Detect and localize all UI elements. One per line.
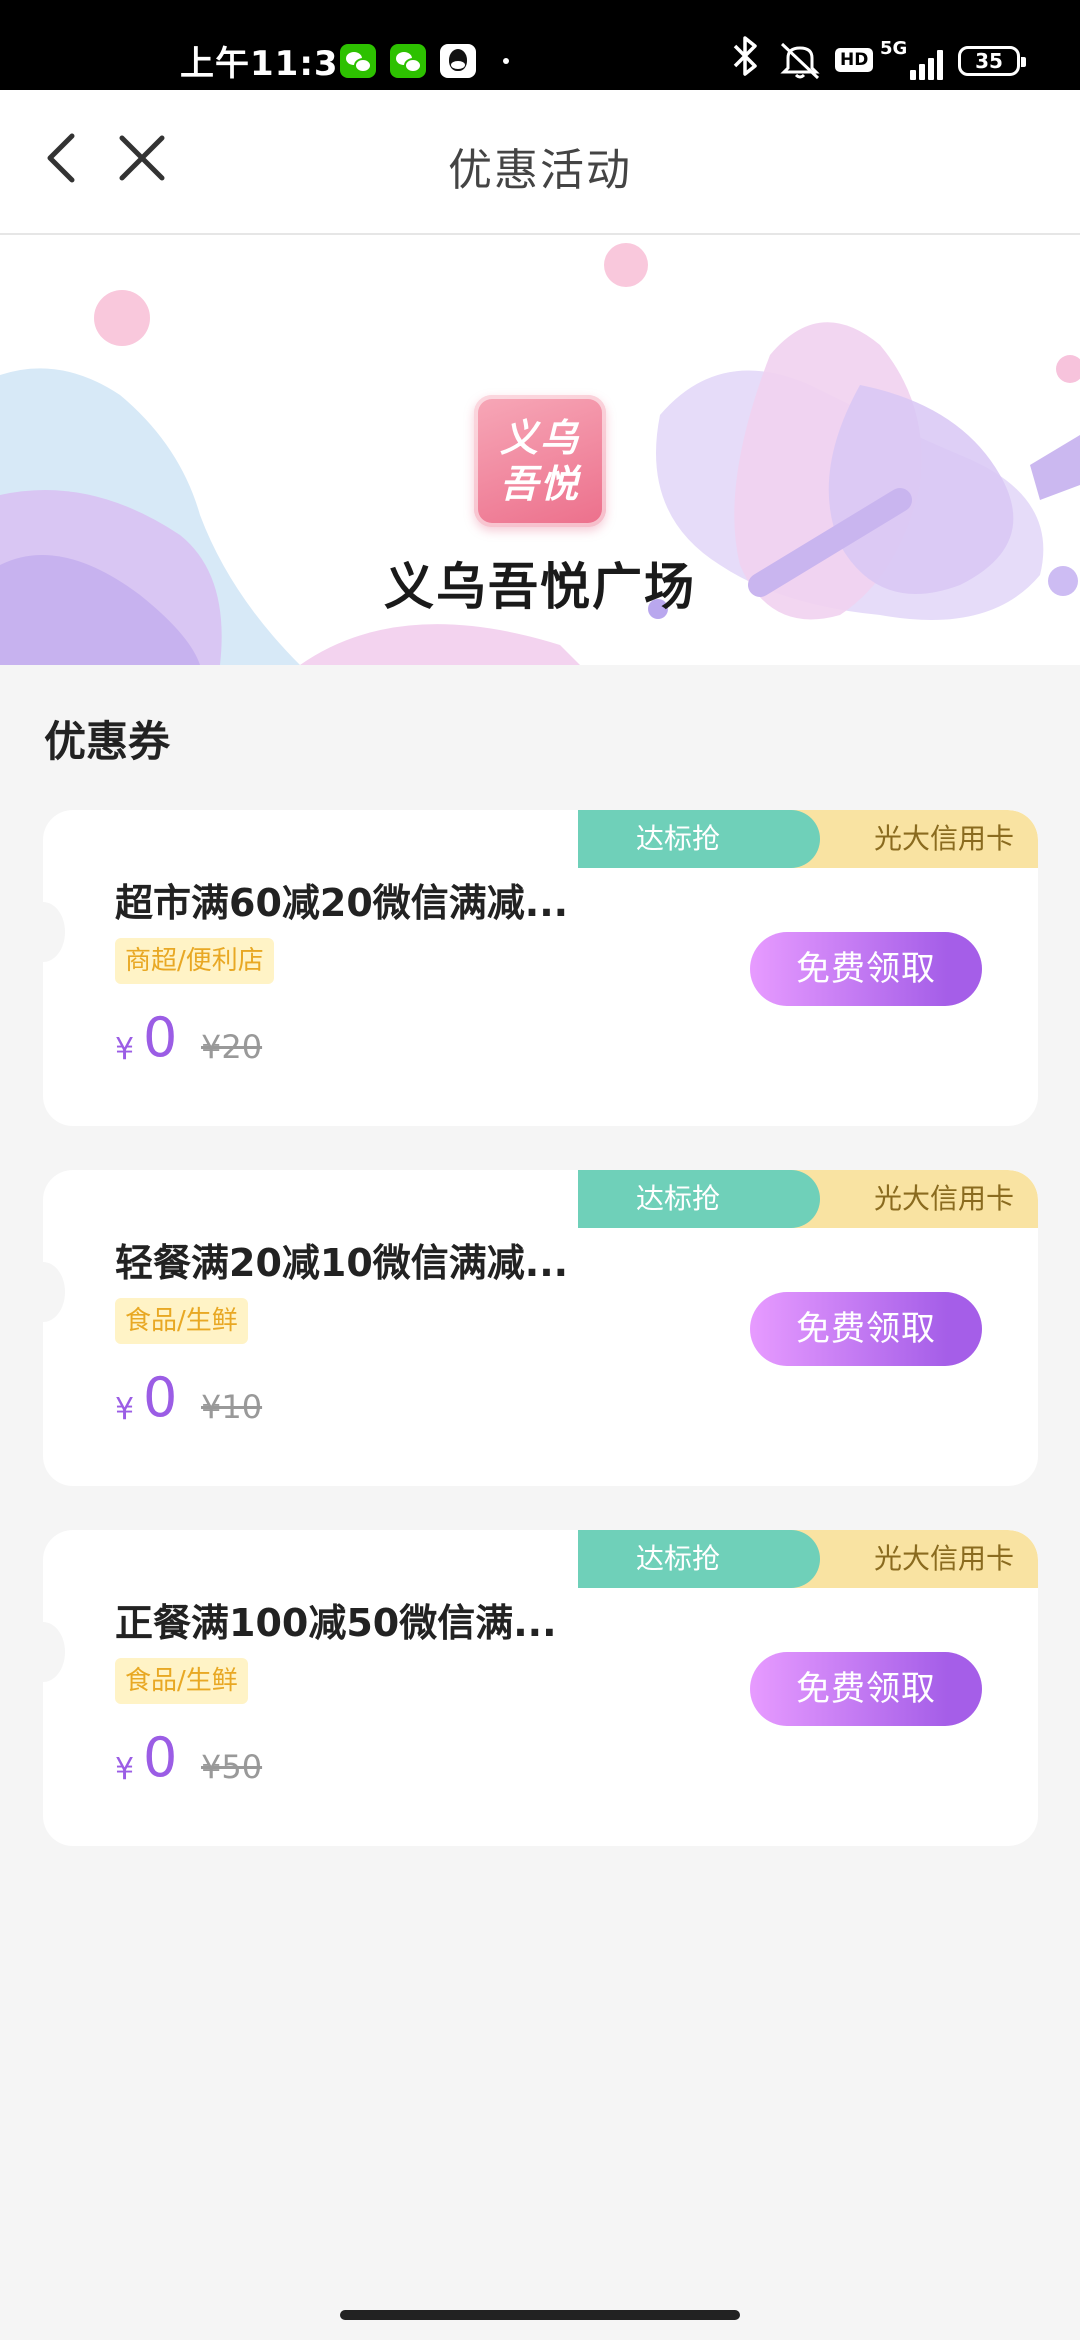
coupon-category-badge: 商超/便利店 (115, 938, 274, 984)
logo-lettering: 义乌 吾悦 (499, 416, 580, 506)
wechat-icon (390, 44, 426, 78)
navigation-header: 优惠活动 (0, 90, 1080, 235)
coupon-original-price: ¥20 (201, 1028, 263, 1066)
coupon-price: 0 (143, 1726, 178, 1789)
coupon-notch (43, 902, 65, 962)
bluetooth-icon (730, 34, 760, 87)
page-title: 优惠活动 (448, 145, 632, 196)
qq-icon (440, 44, 476, 78)
battery-level: 35 (975, 49, 1003, 73)
coupon-status-tag: 达标抢 (578, 810, 820, 868)
coupon-card[interactable]: 光大信用卡 达标抢 轻餐满20减10微信满减... 食品/生鲜 ¥ 0 ¥10 … (43, 1170, 1038, 1486)
battery-icon: 35 (958, 46, 1026, 76)
coupon-price: 0 (143, 1366, 178, 1429)
coupon-original-price: ¥50 (201, 1748, 263, 1786)
coupon-title: 轻餐满20减10微信满减... (115, 1241, 569, 1285)
coupon-category-badge: 食品/生鲜 (115, 1298, 248, 1344)
currency-symbol: ¥ (115, 1392, 135, 1427)
coupon-status-tag: 达标抢 (578, 1530, 820, 1588)
signal-icon: 5G (880, 38, 946, 80)
coupon-title: 正餐满100减50微信满... (115, 1601, 557, 1645)
network-type: 5G (880, 38, 908, 59)
coupon-original-price: ¥10 (201, 1388, 263, 1426)
coupon-category-badge: 食品/生鲜 (115, 1658, 248, 1704)
mall-banner: 义乌 吾悦 义乌吾悦广场 (0, 235, 1080, 665)
coupon-price: 0 (143, 1006, 178, 1069)
coupon-card[interactable]: 光大信用卡 达标抢 正餐满100减50微信满... 食品/生鲜 ¥ 0 ¥50 … (43, 1530, 1038, 1846)
wechat-icon (340, 44, 376, 78)
coupon-title: 超市满60减20微信满减... (115, 881, 569, 925)
coupon-notch (43, 1262, 65, 1322)
notification-dot-icon (503, 58, 509, 64)
home-indicator[interactable] (340, 2310, 740, 2320)
claim-free-button[interactable]: 免费领取 (750, 1292, 982, 1366)
coupon-card[interactable]: 光大信用卡 达标抢 超市满60减20微信满减... 商超/便利店 ¥ 0 ¥20… (43, 810, 1038, 1126)
section-title-coupons: 优惠券 (44, 717, 171, 766)
mute-icon (778, 40, 822, 80)
mall-logo: 义乌 吾悦 (474, 395, 606, 527)
claim-free-button[interactable]: 免费领取 (750, 932, 982, 1006)
status-time: 上午11:34 (180, 44, 364, 84)
coupon-status-tag: 达标抢 (578, 1170, 820, 1228)
mall-name: 义乌吾悦广场 (384, 558, 696, 616)
currency-symbol: ¥ (115, 1752, 135, 1787)
status-bar: 上午11:34 HD 5G 35 (0, 0, 1080, 90)
coupon-notch (43, 1622, 65, 1682)
hd-badge: HD (835, 48, 874, 72)
currency-symbol: ¥ (115, 1032, 135, 1067)
claim-free-button[interactable]: 免费领取 (750, 1652, 982, 1726)
